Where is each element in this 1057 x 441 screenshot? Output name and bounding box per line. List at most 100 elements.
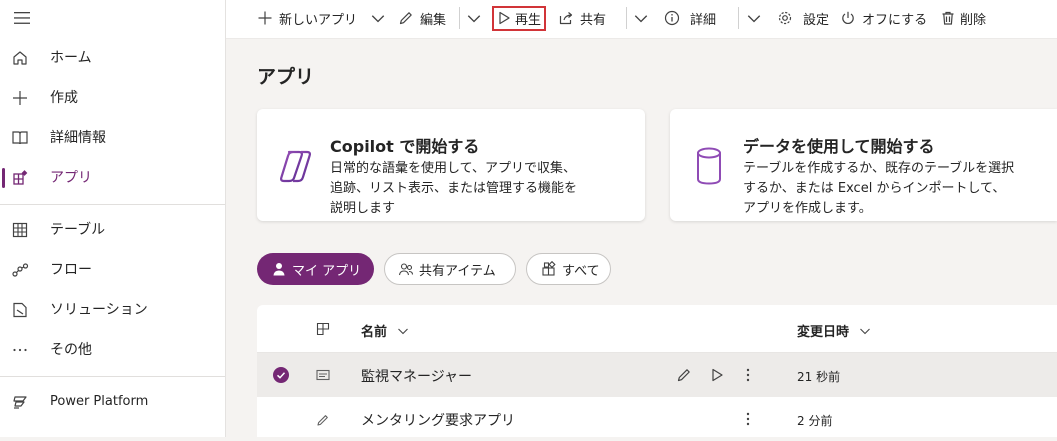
nav-label-apps: アプリ	[50, 170, 92, 186]
details-dropdown[interactable]	[746, 0, 762, 36]
person-icon	[273, 263, 285, 276]
filter-shared-items[interactable]: 共有アイテム	[384, 253, 516, 285]
home-icon	[13, 51, 27, 65]
filter-all[interactable]: すべて	[526, 253, 611, 285]
nav-item-home[interactable]: ホーム	[0, 40, 225, 76]
more-icon	[13, 348, 27, 352]
chevron-down-icon	[747, 15, 761, 23]
power-icon	[842, 11, 854, 25]
details-label: 詳細	[690, 12, 717, 28]
play-label: 再生	[515, 12, 542, 28]
apps-list: 名前 変更日時 監視マネージャー 21 秒前 メンタリング要求アプリ 2 分前	[257, 305, 1057, 437]
new-app-dropdown[interactable]	[370, 0, 386, 36]
filter-label: マイ アプリ	[292, 263, 362, 279]
nav-label-flows: フロー	[50, 262, 92, 278]
column-name-label: 名前	[361, 325, 388, 340]
settings-button[interactable]: 設定	[777, 0, 829, 36]
plus-icon	[258, 11, 272, 25]
card-title: データを使用して開始する	[743, 137, 935, 156]
copilot-start-card[interactable]: Copilot で開始する 日常的な語彙を使用して、アプリで収集、 追跡、リスト…	[257, 109, 645, 221]
file-type-icon[interactable]	[316, 322, 330, 336]
filter-label: 共有アイテム	[419, 263, 496, 279]
chevron-down-icon	[398, 328, 408, 334]
hamburger-menu-icon[interactable]	[12, 9, 32, 27]
pencil-icon	[399, 12, 412, 25]
table-row[interactable]: 監視マネージャー 21 秒前	[257, 353, 1057, 397]
pencil-icon[interactable]	[676, 367, 692, 383]
delete-button[interactable]: 削除	[940, 0, 986, 36]
copilot-icon	[279, 150, 312, 183]
flow-icon	[12, 263, 29, 277]
chevron-down-icon	[467, 15, 481, 23]
power-platform-icon	[13, 396, 27, 409]
card-description-line: 説明します	[330, 201, 396, 216]
toolbar-divider	[459, 7, 460, 29]
nav-item-power-platform[interactable]: Power Platform	[0, 384, 225, 420]
filter-my-apps[interactable]: マイ アプリ	[257, 253, 374, 285]
app-name[interactable]: 監視マネージャー	[361, 366, 472, 386]
share-dropdown[interactable]	[633, 0, 649, 36]
play-button[interactable]: 再生	[497, 0, 541, 36]
gear-icon	[778, 11, 792, 25]
card-description-line: 追跡、リスト表示、または管理する機能を	[330, 181, 578, 196]
play-icon[interactable]	[710, 368, 724, 382]
nav-divider	[0, 204, 225, 205]
info-icon	[664, 10, 680, 26]
table-icon	[12, 222, 28, 238]
more-options-icon[interactable]	[743, 367, 753, 383]
nav-label-learn: 詳細情報	[50, 130, 106, 146]
nav-item-solutions[interactable]: ソリューション	[0, 292, 225, 328]
table-row[interactable]: メンタリング要求アプリ 2 分前	[257, 397, 1057, 441]
list-header: 名前 変更日時	[257, 305, 1057, 353]
people-icon	[398, 263, 414, 276]
chevron-down-icon	[860, 328, 870, 334]
all-items-icon	[542, 261, 556, 276]
nav-item-more[interactable]: その他	[0, 332, 225, 368]
turn-off-button[interactable]: オフにする	[840, 0, 927, 36]
plus-icon	[13, 91, 27, 105]
share-button[interactable]: 共有	[558, 0, 606, 36]
new-app-button[interactable]: 新しいアプリ	[257, 0, 357, 36]
nav-item-learn[interactable]: 詳細情報	[0, 120, 225, 156]
canvas-app-icon	[316, 369, 330, 381]
nav-label-solutions: ソリューション	[50, 302, 148, 318]
column-header-name[interactable]: 名前	[361, 321, 409, 340]
nav-label-create: 作成	[50, 90, 78, 106]
nav-label-home: ホーム	[50, 50, 92, 66]
card-description-line: するか、または Excel からインポートして、	[743, 181, 1006, 196]
nav-item-flows[interactable]: フロー	[0, 252, 225, 288]
nav-label-more: その他	[50, 342, 92, 358]
model-driven-app-icon	[317, 415, 328, 426]
play-icon	[499, 11, 510, 25]
card-description-line: 日常的な語彙を使用して、アプリで収集、	[330, 161, 576, 176]
nav-divider	[0, 376, 225, 377]
card-description: テーブルを作成するか、既存のテーブルを選択 するか、または Excel からイン…	[743, 159, 1014, 219]
card-title: Copilot で開始する	[330, 137, 480, 156]
nav-label-tables: テーブル	[50, 222, 106, 238]
chevron-down-icon	[634, 15, 648, 23]
modified-time: 2 分前	[797, 414, 833, 428]
chevron-down-icon	[371, 15, 385, 23]
app-name[interactable]: メンタリング要求アプリ	[361, 410, 515, 430]
nav-item-create[interactable]: 作成	[0, 80, 225, 116]
more-options-icon[interactable]	[743, 411, 753, 427]
solution-icon	[13, 302, 27, 318]
column-modified-label: 変更日時	[797, 325, 850, 340]
filter-label: すべて	[562, 263, 600, 279]
delete-label: 削除	[960, 12, 987, 28]
data-start-card[interactable]: データを使用して開始する テーブルを作成するか、既存のテーブルを選択 するか、ま…	[670, 109, 1057, 221]
card-description-line: アプリを作成します。	[743, 201, 872, 216]
modified-time: 21 秒前	[797, 370, 841, 384]
column-header-modified[interactable]: 変更日時	[797, 321, 871, 340]
nav-item-apps[interactable]: アプリ	[0, 160, 225, 196]
nav-item-tables[interactable]: テーブル	[0, 212, 225, 248]
trash-icon	[942, 11, 954, 25]
toolbar-divider	[626, 7, 627, 29]
edit-button[interactable]: 編集	[398, 0, 446, 36]
details-button[interactable]: 詳細	[664, 0, 716, 36]
database-icon	[697, 147, 721, 185]
card-description-line: テーブルを作成するか、既存のテーブルを選択	[743, 161, 1015, 176]
share-icon	[559, 12, 573, 25]
checkmark-circle-icon[interactable]	[273, 367, 289, 383]
edit-dropdown[interactable]	[466, 0, 482, 36]
